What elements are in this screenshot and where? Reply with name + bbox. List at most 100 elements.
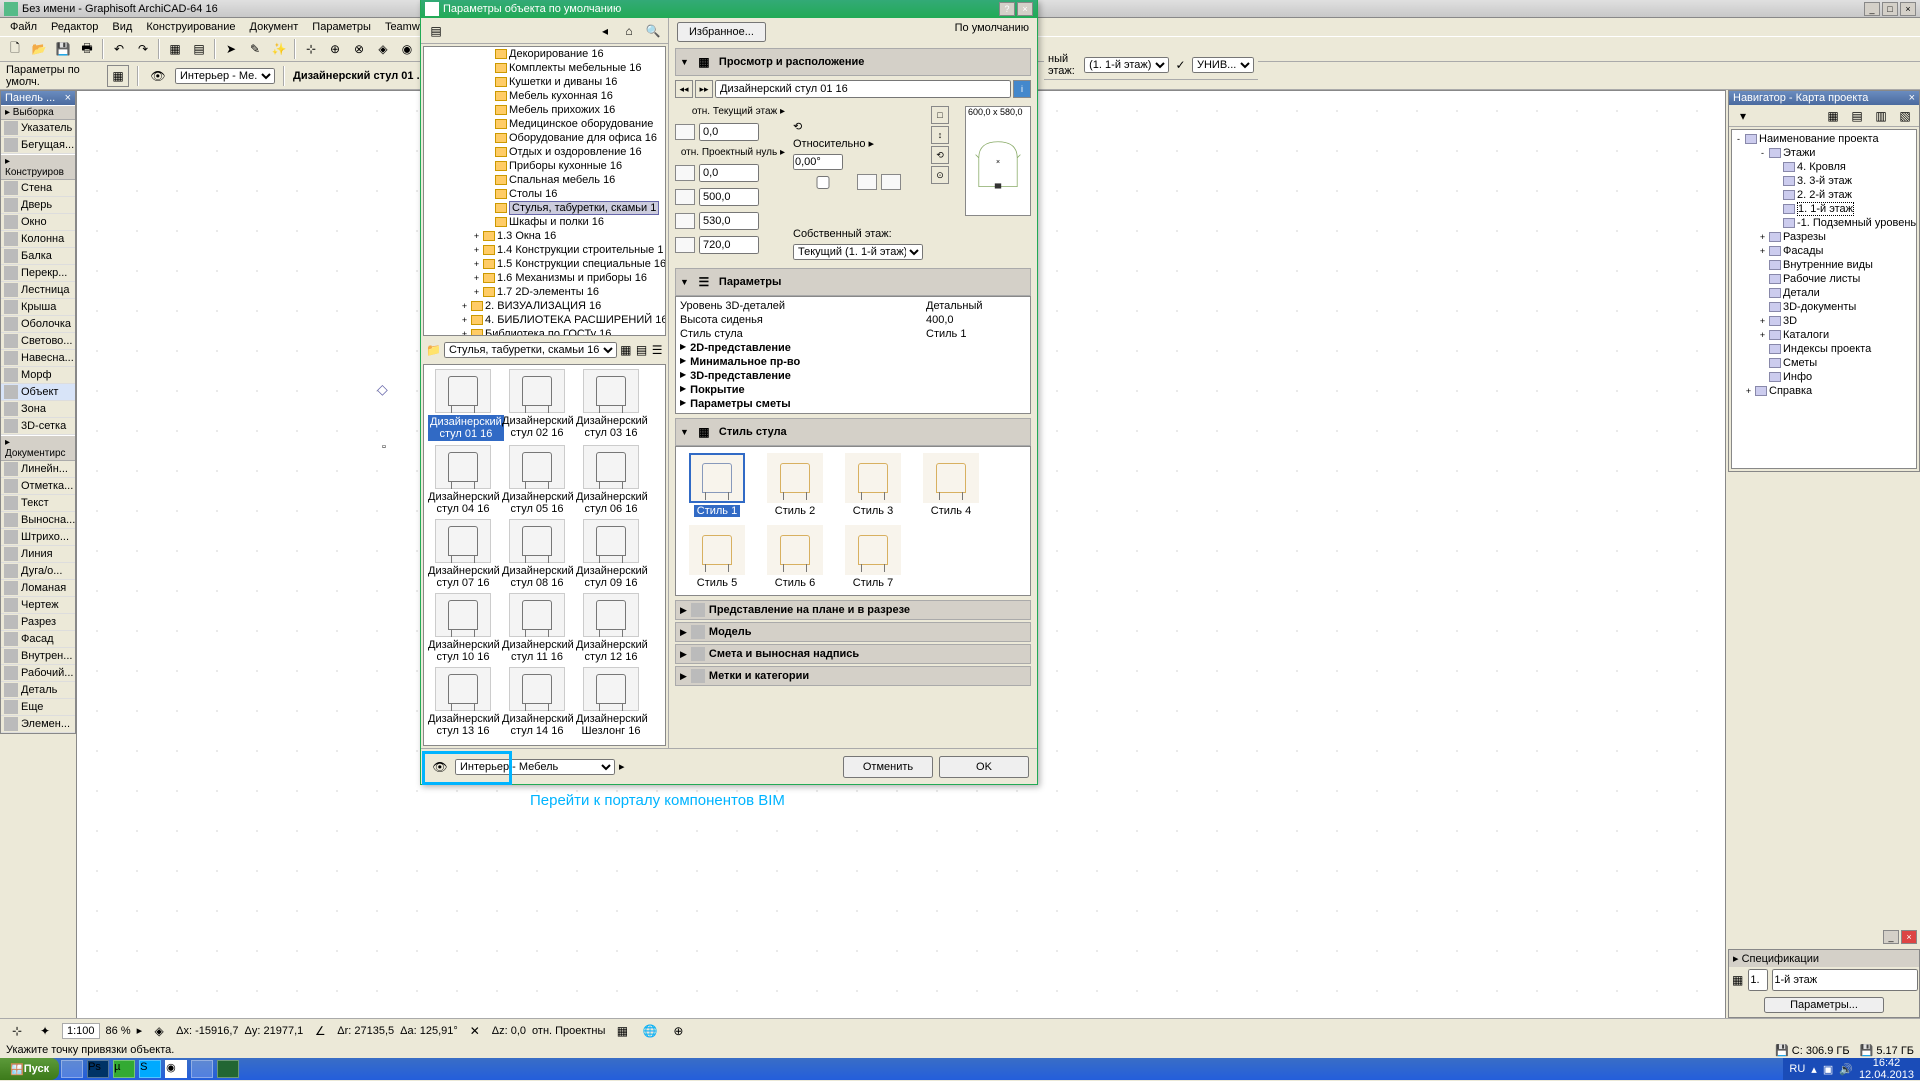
object-thumb[interactable]: Дизайнерский стул 05 16	[502, 445, 572, 515]
undo-icon[interactable]: ↶	[108, 38, 130, 60]
param-row[interactable]: Параметры сметы	[678, 397, 1028, 411]
nav-node[interactable]: 4. Кровля	[1734, 160, 1914, 174]
open-icon[interactable]: 📂	[28, 38, 50, 60]
tool-Текст[interactable]: Текст	[1, 495, 75, 512]
object-thumb[interactable]: Дизайнерский стул 08 16	[502, 519, 572, 589]
story-select[interactable]: Текущий (1. 1-й этаж)	[793, 244, 923, 260]
portal-icon[interactable]: 🌐	[639, 1020, 661, 1042]
param-row[interactable]: 2D-представление	[678, 341, 1028, 355]
tool-Колонна[interactable]: Колонна	[1, 231, 75, 248]
nav-node[interactable]: +3D	[1734, 314, 1914, 328]
chk-icon[interactable]: ↕	[931, 126, 949, 144]
snap-icon[interactable]: ◈	[372, 38, 394, 60]
param-row[interactable]: Покрытие	[678, 383, 1028, 397]
taskbar-app-icon[interactable]: ◉	[165, 1060, 187, 1078]
settings-icon[interactable]: ✓	[1173, 54, 1188, 76]
zoom-field[interactable]: 1:100	[62, 1023, 100, 1039]
tool-Светово...[interactable]: Светово...	[1, 333, 75, 350]
width-field[interactable]	[699, 188, 759, 206]
view-icon[interactable]: ☰	[650, 339, 664, 361]
object-grid[interactable]: Дизайнерский стул 01 16Дизайнерский стул…	[423, 364, 666, 746]
start-button[interactable]: 🪟 Пуск	[0, 1058, 59, 1080]
object-name-field[interactable]	[715, 80, 1011, 98]
param-row[interactable]: 3D-представление	[678, 369, 1028, 383]
spec-num[interactable]	[1748, 969, 1768, 991]
tree-node[interactable]: Мебель кухонная 16	[424, 89, 665, 103]
tool-Стена[interactable]: Стена	[1, 180, 75, 197]
snap-icon[interactable]: ◉	[396, 38, 418, 60]
style-option[interactable]: Стиль 3	[838, 453, 908, 517]
relative-label[interactable]: Относительно ▸	[793, 137, 923, 150]
nav-node[interactable]: +Каталоги	[1734, 328, 1914, 342]
tree-node[interactable]: Мебель прихожих 16	[424, 103, 665, 117]
nav-node[interactable]: Сметы	[1734, 356, 1914, 370]
snap-icon[interactable]: ⊕	[324, 38, 346, 60]
tool-Навесна...[interactable]: Навесна...	[1, 350, 75, 367]
nav-tab-icon[interactable]: ▥	[1870, 105, 1892, 127]
help-button[interactable]: ?	[999, 2, 1015, 16]
style-option[interactable]: Стиль 5	[682, 525, 752, 589]
object-thumb[interactable]: Дизайнерский стул 02 16	[502, 369, 572, 441]
taskbar-app-icon[interactable]: µ	[113, 1060, 135, 1078]
nav-node[interactable]: Рабочие листы	[1734, 272, 1914, 286]
tree-node[interactable]: +Библиотека по ГОСТу 16	[424, 327, 665, 336]
tree-node[interactable]: +4. БИБЛИОТЕКА РАСШИРЕНИЙ 16	[424, 313, 665, 327]
style-option[interactable]: Стиль 2	[760, 453, 830, 517]
section-title[interactable]: Параметры	[719, 276, 781, 288]
coord-icon[interactable]: ✕	[464, 1020, 486, 1042]
object-icon[interactable]: ▦	[107, 65, 129, 87]
snap-icon[interactable]: ✦	[34, 1020, 56, 1042]
taskbar-app-icon[interactable]: Ps	[87, 1060, 109, 1078]
depth-field[interactable]	[699, 212, 759, 230]
tool-Перекр...[interactable]: Перекр...	[1, 265, 75, 282]
cancel-button[interactable]: Отменить	[843, 756, 933, 778]
menu-item[interactable]: Параметры	[306, 20, 377, 34]
nav-node[interactable]: +Справка	[1734, 384, 1914, 398]
param-list[interactable]: Уровень 3D-деталейДетальныйВысота сидень…	[675, 296, 1031, 414]
chk-icon[interactable]: ⊙	[931, 166, 949, 184]
redo-icon[interactable]: ↷	[132, 38, 154, 60]
tool-Окно[interactable]: Окно	[1, 214, 75, 231]
coord-icon[interactable]: ∠	[309, 1020, 331, 1042]
lang-indicator[interactable]: RU	[1789, 1063, 1805, 1075]
spec-min-icon[interactable]: _	[1883, 930, 1899, 944]
style-option[interactable]: Стиль 4	[916, 453, 986, 517]
pos-y[interactable]	[699, 164, 759, 182]
folder-select[interactable]: Стулья, табуретки, скамьи 16	[444, 342, 617, 358]
object-thumb[interactable]: Дизайнерский стул 14 16	[502, 667, 572, 737]
footer-layer-select[interactable]: Интерьер - Мебель	[455, 759, 615, 775]
tool-Дверь[interactable]: Дверь	[1, 197, 75, 214]
cursor-icon[interactable]: ➤	[220, 38, 242, 60]
layer-univ[interactable]: УНИВ...	[1192, 57, 1254, 73]
tool-3D-сетка[interactable]: 3D-сетка	[1, 418, 75, 435]
nav-node[interactable]: 3. 3-й этаж	[1734, 174, 1914, 188]
object-thumb[interactable]: Дизайнерский стул 07 16	[428, 519, 498, 589]
tool-Разрез[interactable]: Разрез	[1, 614, 75, 631]
tree-node[interactable]: +1.7 2D-элементы 16	[424, 285, 665, 299]
nav-tab-icon[interactable]: ▧	[1894, 105, 1916, 127]
coord-icon[interactable]: ◈	[148, 1020, 170, 1042]
layer-icon[interactable]: 👁	[147, 65, 169, 87]
favorites-button[interactable]: Избранное...	[677, 22, 766, 42]
tool-Отметка...[interactable]: Отметка...	[1, 478, 75, 495]
spec-params-button[interactable]: Параметры...	[1764, 997, 1884, 1013]
tree-node[interactable]: Приборы кухонные 16	[424, 159, 665, 173]
nav-node[interactable]: -1. Подземный уровень	[1734, 216, 1914, 230]
tool-Чертеж[interactable]: Чертеж	[1, 597, 75, 614]
object-thumb[interactable]: Дизайнерский стул 10 16	[428, 593, 498, 663]
portal-icon[interactable]: ⊕	[667, 1020, 689, 1042]
view-icon[interactable]: ▦	[164, 38, 186, 60]
angle-field[interactable]	[793, 154, 843, 170]
nav-node[interactable]: Внутренние виды	[1734, 258, 1914, 272]
nav-node[interactable]: Индексы проекта	[1734, 342, 1914, 356]
tree-node[interactable]: Медицинское оборудование	[424, 117, 665, 131]
spec-icon[interactable]: ▦	[1731, 969, 1744, 991]
nav-node[interactable]: 3D-документы	[1734, 300, 1914, 314]
pencil-icon[interactable]: ✎	[244, 38, 266, 60]
print-icon[interactable]: 🖶	[76, 38, 98, 60]
library-tree[interactable]: Декорирование 16Комплекты мебельные 16Ку…	[423, 46, 666, 336]
portal-icon[interactable]: ▦	[611, 1020, 633, 1042]
tool-Оболочка[interactable]: Оболочка	[1, 316, 75, 333]
next-obj-icon[interactable]: ▸▸	[695, 80, 713, 98]
tree-node[interactable]: Оборудование для офиса 16	[424, 131, 665, 145]
